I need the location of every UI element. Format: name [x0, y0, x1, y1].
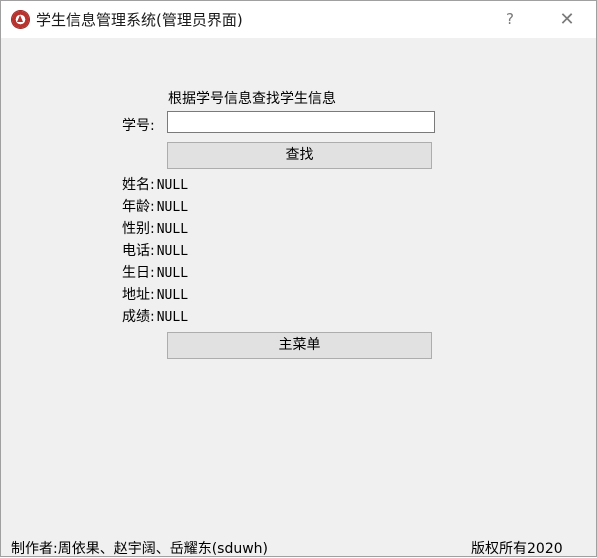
student-id-label: 学号: — [122, 118, 155, 134]
gender-label: 性别: — [122, 221, 155, 237]
info-row-gender: 性别: NULL — [122, 218, 188, 240]
info-row-phone: 电话: NULL — [122, 240, 188, 262]
phone-label: 电话: — [122, 243, 155, 259]
name-value: NULL — [156, 178, 189, 193]
info-row-name: 姓名: NULL — [122, 174, 188, 196]
copyright-text: 版权所有2020 — [471, 541, 563, 557]
info-row-address: 地址: NULL — [122, 284, 188, 306]
birthday-value: NULL — [156, 266, 189, 281]
name-label: 姓名: — [122, 177, 155, 193]
score-value: NULL — [156, 310, 189, 325]
window-title: 学生信息管理系统(管理员界面) — [36, 11, 243, 29]
score-label: 成绩: — [122, 309, 155, 325]
student-id-input[interactable] — [167, 111, 435, 133]
close-button[interactable]: ✕ — [544, 1, 590, 38]
address-label: 地址: — [122, 287, 155, 303]
search-button[interactable]: 查找 — [167, 142, 432, 169]
birthday-label: 生日: — [122, 265, 155, 281]
age-label: 年龄: — [122, 199, 155, 215]
app-emblem-icon — [11, 10, 30, 29]
help-button[interactable]: ? — [487, 1, 533, 38]
content-area: 根据学号信息查找学生信息 学号: 查找 姓名: NULL 年龄: NULL 性别: N… — [1, 38, 596, 557]
phone-value: NULL — [156, 244, 189, 259]
main-menu-button[interactable]: 主菜单 — [167, 332, 432, 359]
info-row-age: 年龄: NULL — [122, 196, 188, 218]
address-value: NULL — [156, 288, 189, 303]
title-bar[interactable]: 学生信息管理系统(管理员界面) ? ✕ — [1, 1, 596, 38]
info-row-birthday: 生日: NULL — [122, 262, 188, 284]
age-value: NULL — [156, 200, 189, 215]
gender-value: NULL — [156, 222, 189, 237]
main-window: 学生信息管理系统(管理员界面) ? ✕ 根据学号信息查找学生信息 学号: 查找 … — [0, 0, 597, 557]
author-credits: 制作者:周依果、赵宇阔、岳耀东(sduwh) — [11, 541, 269, 557]
search-heading: 根据学号信息查找学生信息 — [168, 91, 336, 107]
info-row-score: 成绩: NULL — [122, 306, 188, 328]
